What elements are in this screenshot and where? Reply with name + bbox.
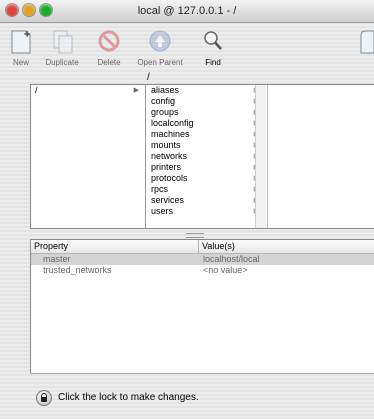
- property-key: trusted_networks: [43, 265, 112, 275]
- column-scrollbar[interactable]: [255, 85, 266, 228]
- list-item[interactable]: networks▶: [147, 151, 265, 162]
- list-item-label: networks: [151, 151, 188, 161]
- lock-icon[interactable]: [36, 390, 52, 406]
- table-row[interactable]: trusted_networks <no value>: [31, 265, 374, 276]
- list-item-label: localconfig: [151, 118, 194, 128]
- open-parent-label: Open Parent: [137, 58, 183, 67]
- column-header-property[interactable]: Property: [31, 240, 68, 253]
- duplicate-button[interactable]: Duplicate: [40, 25, 84, 67]
- list-item[interactable]: groups▶: [147, 107, 265, 118]
- svg-text:+: +: [23, 29, 31, 40]
- list-item-label: users: [151, 206, 174, 216]
- list-item-label: services: [151, 195, 185, 205]
- list-item[interactable]: mounts▶: [147, 140, 265, 151]
- browser-column-3[interactable]: [267, 85, 374, 228]
- list-item[interactable]: rpcs▶: [147, 184, 265, 195]
- delete-button[interactable]: Delete: [92, 25, 126, 67]
- horizontal-scrollbar[interactable]: [30, 373, 374, 380]
- netinfo-manager-window: local @ 127.0.0.1 - / + New Duplicate De…: [0, 0, 374, 419]
- list-item[interactable]: printers▶: [147, 162, 265, 173]
- list-item-label: rpcs: [151, 184, 169, 194]
- list-item[interactable]: / ▶: [31, 85, 145, 96]
- open-parent-icon: [143, 25, 177, 57]
- new-label: New: [12, 58, 29, 67]
- list-item[interactable]: localconfig▶: [147, 118, 265, 129]
- duplicate-icon: [45, 25, 79, 57]
- new-document-icon: +: [4, 25, 38, 57]
- delete-label: Delete: [97, 58, 121, 67]
- list-item-label: aliases: [151, 85, 180, 95]
- open-parent-button[interactable]: Open Parent: [135, 25, 185, 67]
- table-header: Property Value(s): [31, 240, 374, 254]
- disclosure-arrow-icon: ▶: [133, 87, 139, 94]
- toolbar-overflow-item[interactable]: [356, 25, 374, 57]
- list-item-label: config: [151, 96, 176, 106]
- property-table: Property Value(s) master localhost/local t…: [30, 239, 374, 374]
- table-row[interactable]: master localhost/local: [31, 254, 374, 265]
- list-item[interactable]: protocols▶: [147, 173, 265, 184]
- column-header-values[interactable]: Value(s): [199, 240, 235, 253]
- magnifying-glass-icon: [196, 25, 230, 57]
- duplicate-label: Duplicate: [45, 58, 79, 67]
- find-label: Find: [205, 58, 221, 67]
- split-view-handle[interactable]: [186, 233, 204, 238]
- list-item-label: protocols: [151, 173, 188, 183]
- list-item-label: mounts: [151, 140, 181, 150]
- title-bar[interactable]: local @ 127.0.0.1 - /: [0, 0, 374, 23]
- property-value: <no value>: [203, 265, 248, 275]
- new-button[interactable]: + New: [4, 25, 38, 67]
- list-item-label: printers: [151, 162, 182, 172]
- window-title: local @ 127.0.0.1 - /: [137, 5, 237, 17]
- property-key: master: [43, 254, 71, 264]
- list-item-label: groups: [151, 107, 179, 117]
- browser-column-2[interactable]: aliases▶config▶groups▶localconfig▶machin…: [147, 85, 266, 228]
- list-item[interactable]: machines▶: [147, 129, 265, 140]
- toolbar: + New Duplicate Delete Open Parent Find: [0, 23, 374, 75]
- browser-column-1[interactable]: / ▶: [31, 85, 146, 228]
- partial-document-icon: [356, 25, 374, 57]
- list-item[interactable]: users▶: [147, 206, 265, 217]
- path-label: /: [147, 72, 150, 83]
- list-item-label: /: [35, 85, 38, 95]
- list-item[interactable]: aliases▶: [147, 85, 265, 96]
- list-item[interactable]: services▶: [147, 195, 265, 206]
- list-item-label: machines: [151, 129, 190, 139]
- property-value: localhost/local: [203, 254, 260, 264]
- directory-browser: /▶ aliases▶config▶groups▶localconfig▶mac…: [30, 84, 374, 229]
- list-item[interactable]: config▶: [147, 96, 265, 107]
- status-message: Click the lock to make changes.: [58, 392, 199, 403]
- delete-icon: [92, 25, 126, 57]
- find-button[interactable]: Find: [196, 25, 230, 67]
